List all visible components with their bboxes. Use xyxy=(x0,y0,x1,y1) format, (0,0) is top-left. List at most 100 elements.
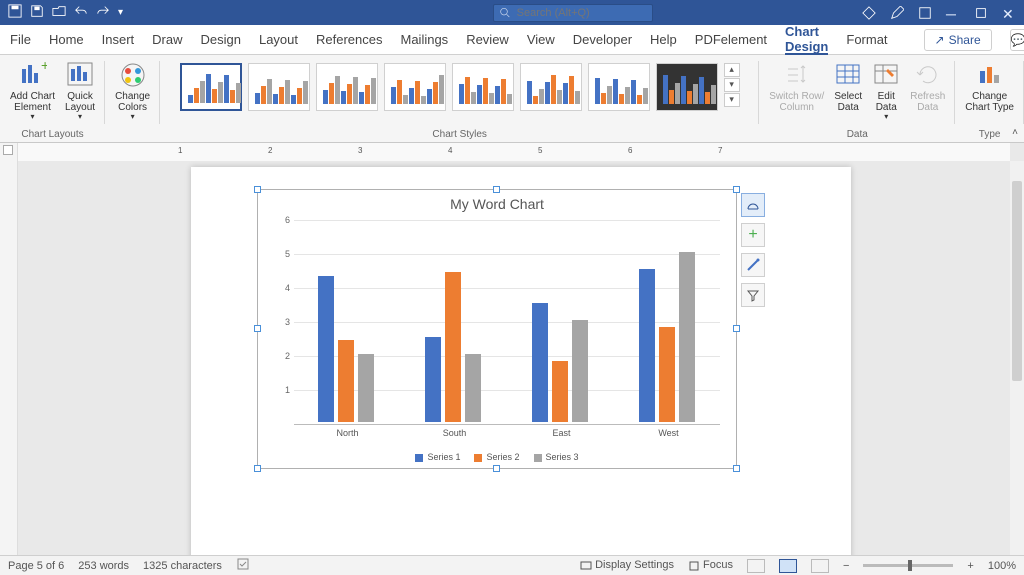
chart-style-thumb[interactable] xyxy=(180,63,242,111)
chart-style-thumb[interactable] xyxy=(656,63,718,111)
legend-entry[interactable]: Series 1 xyxy=(415,452,460,462)
zoom-in-icon[interactable]: + xyxy=(967,560,973,572)
read-mode-view[interactable] xyxy=(747,559,765,573)
char-count[interactable]: 1325 characters xyxy=(143,560,222,572)
page-indicator[interactable]: Page 5 of 6 xyxy=(8,560,64,572)
tab-review[interactable]: Review xyxy=(466,25,509,54)
search-box[interactable] xyxy=(493,4,653,22)
zoom-level[interactable]: 100% xyxy=(988,560,1016,572)
resize-handle[interactable] xyxy=(254,465,261,472)
tab-developer[interactable]: Developer xyxy=(573,25,632,54)
tab-draw[interactable]: Draw xyxy=(152,25,182,54)
pen-icon[interactable] xyxy=(890,6,904,20)
gallery-scroll[interactable]: ▴▾▾ xyxy=(724,63,740,107)
diamond-icon[interactable] xyxy=(862,6,876,20)
tab-pdfelement[interactable]: PDFelement xyxy=(695,25,767,54)
chart-object[interactable]: My Word Chart 123456NorthSouthEastWest S… xyxy=(257,189,737,469)
bar[interactable] xyxy=(318,276,334,422)
search-input[interactable] xyxy=(517,7,646,19)
bar[interactable] xyxy=(552,361,568,422)
resize-handle[interactable] xyxy=(733,325,740,332)
chart-layouts-group-label: Chart Layouts xyxy=(21,129,83,140)
gallery-scroll-btn[interactable]: ▾ xyxy=(724,93,740,107)
undo-icon[interactable] xyxy=(74,4,88,21)
share-button[interactable]: ↗Share xyxy=(924,29,992,51)
chart-style-thumb[interactable] xyxy=(248,63,310,111)
print-layout-view[interactable] xyxy=(779,559,797,573)
bar[interactable] xyxy=(425,337,441,422)
tab-file[interactable]: File xyxy=(10,25,31,54)
legend-entry[interactable]: Series 3 xyxy=(534,452,579,462)
tab-references[interactable]: References xyxy=(316,25,382,54)
scrollbar-thumb[interactable] xyxy=(1012,181,1022,381)
chart-layout-options-button[interactable] xyxy=(741,193,765,217)
legend-entry[interactable]: Series 2 xyxy=(474,452,519,462)
add-chart-element-button[interactable]: + Add Chart Element ▾ xyxy=(6,59,59,124)
change-colors-button[interactable]: Change Colors ▾ xyxy=(111,59,154,124)
chart-style-thumb[interactable] xyxy=(588,63,650,111)
change-chart-type-button[interactable]: Change Chart Type xyxy=(961,59,1018,115)
tab-help[interactable]: Help xyxy=(650,25,677,54)
edit-data-button[interactable]: Edit Data ▾ xyxy=(868,59,904,124)
vertical-scrollbar[interactable] xyxy=(1010,161,1024,555)
chart-plot-area[interactable]: 123456NorthSouthEastWest xyxy=(294,220,720,422)
resize-handle[interactable] xyxy=(733,465,740,472)
gallery-scroll-btn[interactable]: ▾ xyxy=(724,78,740,92)
display-settings[interactable]: Display Settings xyxy=(580,559,674,571)
resize-handle[interactable] xyxy=(493,186,500,193)
bar[interactable] xyxy=(639,269,655,422)
chart-style-thumb[interactable] xyxy=(452,63,514,111)
zoom-slider[interactable] xyxy=(863,564,953,567)
tab-design[interactable]: Design xyxy=(201,25,241,54)
gallery-scroll-btn[interactable]: ▴ xyxy=(724,63,740,77)
chart-styles-button[interactable] xyxy=(741,253,765,277)
bar[interactable] xyxy=(572,320,588,422)
focus-mode[interactable]: Focus xyxy=(688,559,733,571)
web-layout-view[interactable] xyxy=(811,559,829,573)
tab-chart-design[interactable]: Chart Design xyxy=(785,26,828,55)
save-icon[interactable] xyxy=(30,4,44,21)
app-icon[interactable] xyxy=(918,6,932,20)
zoom-knob[interactable] xyxy=(908,560,912,571)
bar[interactable] xyxy=(532,303,548,422)
word-count[interactable]: 253 words xyxy=(78,560,129,572)
resize-handle[interactable] xyxy=(254,186,261,193)
autosave-icon[interactable] xyxy=(8,4,22,21)
chart-filters-button[interactable] xyxy=(741,283,765,307)
tab-selector[interactable] xyxy=(3,145,13,155)
bar[interactable] xyxy=(358,354,374,422)
tab-insert[interactable]: Insert xyxy=(102,25,135,54)
resize-handle[interactable] xyxy=(254,325,261,332)
bar[interactable] xyxy=(465,354,481,422)
tab-mailings[interactable]: Mailings xyxy=(401,25,449,54)
bar[interactable] xyxy=(338,340,354,422)
bar[interactable] xyxy=(679,252,695,422)
quick-layout-button[interactable]: Quick Layout ▾ xyxy=(61,59,99,124)
collapse-ribbon-icon[interactable]: ˄ xyxy=(1012,127,1018,138)
redo-icon[interactable] xyxy=(96,4,110,21)
tab-format[interactable]: Format xyxy=(846,25,887,54)
open-icon[interactable] xyxy=(52,4,66,21)
close-icon[interactable]: ✕ xyxy=(1002,6,1016,20)
comments-button[interactable]: 💬 xyxy=(1010,29,1024,51)
maximize-icon[interactable] xyxy=(974,6,988,20)
qat-dropdown-icon[interactable]: ▾ xyxy=(118,7,123,18)
minimize-icon[interactable]: ─ xyxy=(946,6,960,20)
tab-view[interactable]: View xyxy=(527,25,555,54)
tab-layout[interactable]: Layout xyxy=(259,25,298,54)
chart-style-thumb[interactable] xyxy=(520,63,582,111)
chart-title[interactable]: My Word Chart xyxy=(258,196,736,212)
chart-style-thumb[interactable] xyxy=(316,63,378,111)
chart-elements-button[interactable]: + xyxy=(741,223,765,247)
chart-style-thumb[interactable] xyxy=(384,63,446,111)
select-data-button[interactable]: Select Data xyxy=(830,59,866,124)
zoom-out-icon[interactable]: − xyxy=(843,560,849,572)
chart-legend[interactable]: Series 1 Series 2 Series 3 xyxy=(258,452,736,462)
bar[interactable] xyxy=(445,272,461,422)
resize-handle[interactable] xyxy=(493,465,500,472)
spellcheck-icon[interactable] xyxy=(236,557,250,574)
tab-home[interactable]: Home xyxy=(49,25,84,54)
bar[interactable] xyxy=(659,327,675,422)
y-axis-label: 5 xyxy=(276,249,290,259)
resize-handle[interactable] xyxy=(733,186,740,193)
